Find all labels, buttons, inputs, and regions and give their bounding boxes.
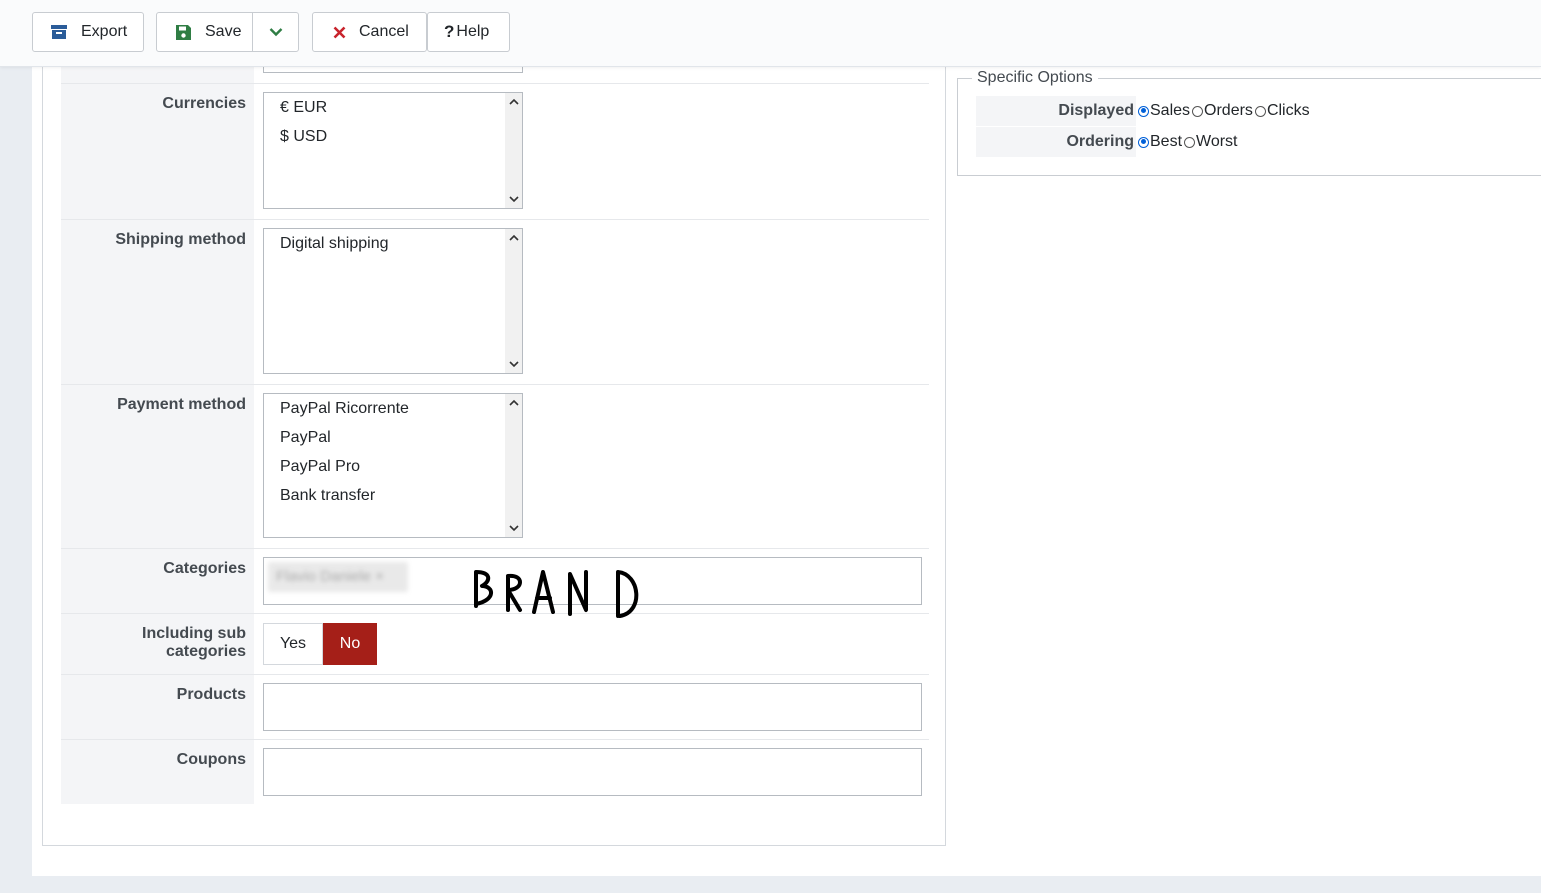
archive-icon bbox=[51, 25, 67, 39]
products-input[interactable] bbox=[263, 683, 922, 731]
export-button[interactable]: Export bbox=[32, 12, 144, 52]
scrollbar[interactable] bbox=[505, 229, 522, 373]
categories-label: Categories bbox=[61, 549, 254, 614]
page-content: refunded Currencies € EUR $ USD bbox=[32, 47, 1541, 876]
sub-categories-yes-button[interactable]: Yes bbox=[263, 623, 323, 665]
currencies-label: Currencies bbox=[61, 84, 254, 220]
products-label: Products bbox=[61, 675, 254, 740]
chevron-down-icon bbox=[269, 27, 283, 37]
scrollbar[interactable] bbox=[505, 394, 522, 537]
radio-unselected-icon[interactable] bbox=[1254, 105, 1266, 117]
specific-options-fieldset: Specific Options Displayed Information S… bbox=[957, 69, 1541, 176]
list-item[interactable]: $ USD bbox=[264, 122, 522, 151]
radio-clicks[interactable]: Clicks bbox=[1253, 102, 1310, 120]
radio-selected-icon[interactable] bbox=[1138, 105, 1149, 117]
chevron-up-icon[interactable] bbox=[505, 229, 522, 246]
chevron-up-icon[interactable] bbox=[505, 394, 522, 411]
radio-worst[interactable]: Worst bbox=[1182, 133, 1238, 151]
floppy-disk-icon bbox=[176, 24, 191, 40]
payment-method-listbox[interactable]: PayPal Ricorrente PayPal PayPal Pro Bank… bbox=[263, 393, 523, 538]
radio-unselected-icon[interactable] bbox=[1184, 136, 1196, 148]
help-button[interactable]: ? Help bbox=[427, 12, 510, 52]
currencies-listbox[interactable]: € EUR $ USD bbox=[263, 92, 523, 209]
chevron-down-icon[interactable] bbox=[505, 191, 522, 208]
radio-sales[interactable]: Sales bbox=[1136, 102, 1190, 120]
list-item[interactable]: PayPal Ricorrente bbox=[264, 394, 522, 423]
brand-mark-svg bbox=[474, 570, 639, 618]
cancel-button[interactable]: Cancel bbox=[312, 12, 427, 52]
radio-worst-label: Worst bbox=[1196, 133, 1238, 150]
shipping-method-label: Shipping method bbox=[61, 220, 254, 385]
filters-panel: refunded Currencies € EUR $ USD bbox=[42, 47, 946, 846]
list-item[interactable]: Digital shipping bbox=[264, 229, 522, 258]
payment-method-label: Payment method bbox=[61, 385, 254, 549]
save-options-dropdown[interactable] bbox=[252, 12, 299, 52]
ordering-label: Ordering bbox=[976, 127, 1136, 157]
toolbar: Export Save Cancel ? Help bbox=[0, 0, 1541, 67]
radio-clicks-label: Clicks bbox=[1266, 102, 1310, 119]
sub-categories-label: Including sub categories bbox=[61, 614, 254, 675]
payment-method-row: Payment method PayPal Ricorrente PayPal … bbox=[61, 384, 929, 549]
list-item[interactable]: € EUR bbox=[264, 93, 522, 122]
save-button[interactable]: Save bbox=[156, 12, 253, 52]
displayed-information-label: Displayed Information bbox=[976, 96, 1136, 149]
displayed-information-row: Displayed Information Sales Orders Click… bbox=[976, 96, 1310, 149]
shipping-method-listbox[interactable]: Digital shipping bbox=[263, 228, 523, 374]
radio-best-label: Best bbox=[1150, 133, 1183, 150]
radio-selected-icon[interactable] bbox=[1138, 136, 1149, 148]
radio-orders[interactable]: Orders bbox=[1190, 102, 1253, 120]
chevron-up-icon[interactable] bbox=[505, 93, 522, 110]
close-icon bbox=[333, 26, 346, 39]
scrollbar[interactable] bbox=[505, 93, 522, 208]
sub-categories-no-button[interactable]: No bbox=[323, 623, 377, 665]
save-label: Save bbox=[205, 23, 242, 40]
list-item[interactable]: Bank transfer bbox=[264, 481, 522, 510]
shipping-method-row: Shipping method Digital shipping bbox=[61, 219, 929, 385]
chevron-down-icon[interactable] bbox=[505, 520, 522, 537]
radio-orders-label: Orders bbox=[1204, 102, 1253, 119]
radio-sales-label: Sales bbox=[1150, 102, 1191, 119]
list-item[interactable]: PayPal Pro bbox=[264, 452, 522, 481]
specific-options-legend: Specific Options bbox=[972, 69, 1098, 87]
sub-categories-toggle: Yes No bbox=[263, 623, 377, 665]
category-chip[interactable]: Flavio Daniele × bbox=[268, 562, 408, 592]
products-row: Products bbox=[61, 674, 929, 740]
cancel-label: Cancel bbox=[359, 23, 409, 40]
coupons-row: Coupons bbox=[61, 739, 929, 804]
ordering-row: Ordering Best Worst bbox=[976, 127, 1238, 157]
radio-best[interactable]: Best bbox=[1136, 133, 1182, 151]
currencies-row: Currencies € EUR $ USD bbox=[61, 83, 929, 220]
chevron-down-icon[interactable] bbox=[505, 356, 522, 373]
radio-unselected-icon[interactable] bbox=[1192, 105, 1204, 117]
brand-handwritten-mark bbox=[472, 566, 652, 631]
export-label: Export bbox=[81, 23, 128, 40]
coupons-label: Coupons bbox=[61, 740, 254, 804]
help-label: Help bbox=[456, 23, 490, 40]
coupons-input[interactable] bbox=[263, 748, 922, 796]
question-mark-icon: ? bbox=[444, 22, 455, 41]
list-item[interactable]: PayPal bbox=[264, 423, 522, 452]
